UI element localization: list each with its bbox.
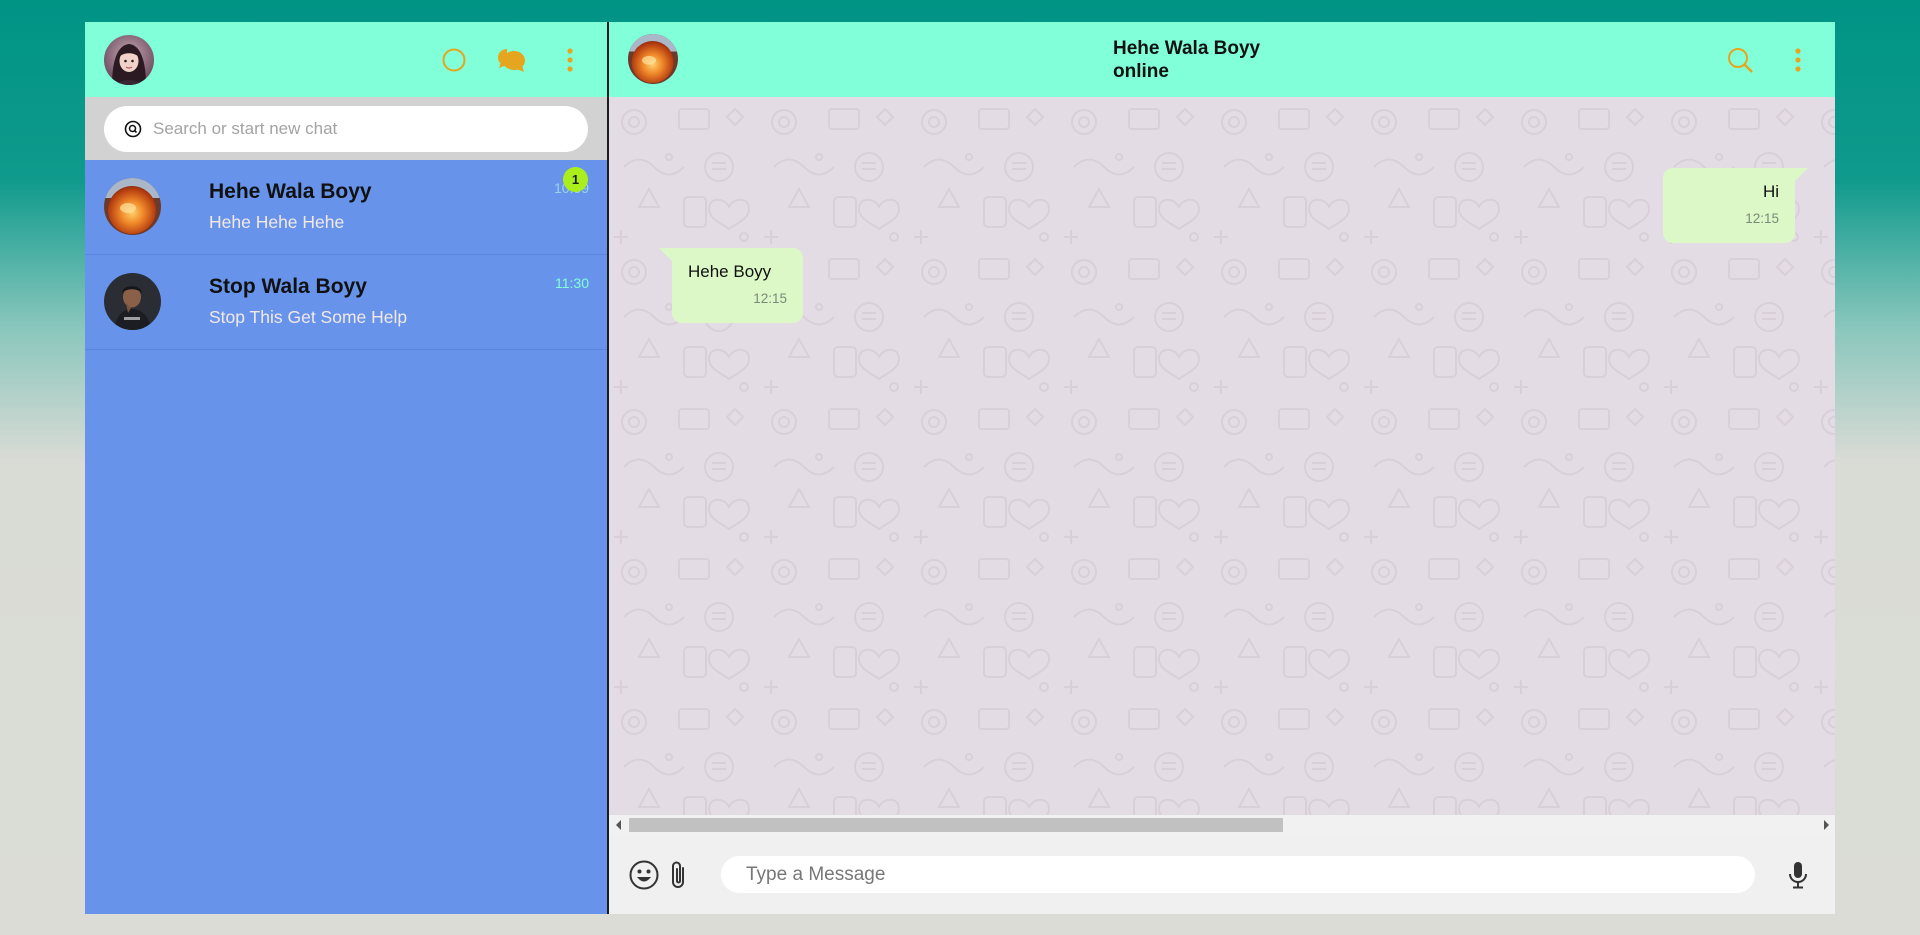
unread-badge: 1 (563, 167, 588, 192)
chat-list: Hehe Wala Boyy Hehe Hehe Hehe 10:59 Stop… (85, 160, 607, 350)
chat-time: 11:30 (555, 275, 589, 291)
scrollbar-thumb[interactable] (629, 818, 1283, 832)
chat-last-message: Stop This Get Some Help (209, 307, 408, 327)
conversation-header-icons (1697, 22, 1813, 97)
search-bar (85, 97, 607, 160)
sidebar-header (85, 22, 607, 97)
new-chat-icon[interactable] (497, 45, 527, 75)
chat-avatar (104, 273, 161, 330)
attach-icon[interactable] (663, 859, 695, 891)
chat-name: Stop Wala Boyy (209, 275, 367, 298)
profile-avatar[interactable] (104, 34, 154, 85)
chat-list-item[interactable]: Stop Wala Boyy Stop This Get Some Help 1… (85, 255, 607, 350)
conversation-header: Hehe Wala Boyy online (609, 22, 1835, 97)
horizontal-scrollbar[interactable] (609, 815, 1835, 834)
message-text: Hi (1762, 182, 1779, 201)
scroll-right-arrow-icon[interactable] (1824, 820, 1829, 830)
message-input[interactable] (721, 856, 1755, 893)
message-area[interactable]: Hi 12:15 Hehe Boyy 12:15 (609, 97, 1835, 815)
chat-avatar (104, 178, 161, 235)
message-bubble-outgoing[interactable]: Hi 12:15 (1663, 168, 1808, 243)
message-bubble-incoming[interactable]: Hehe Boyy 12:15 (659, 248, 803, 323)
microphone-icon[interactable] (1782, 859, 1814, 891)
menu-icon[interactable] (1783, 45, 1813, 75)
message-text: Hehe Boyy (688, 262, 772, 281)
message-time: 12:15 (753, 291, 787, 306)
contact-avatar[interactable] (628, 34, 678, 84)
chat-last-message: Hehe Hehe Hehe (209, 212, 345, 232)
status-icon[interactable] (439, 45, 469, 75)
chat-name: Hehe Wala Boyy (209, 180, 372, 203)
search-box (104, 105, 588, 152)
message-time: 12:15 (1745, 211, 1779, 226)
message-composer (609, 834, 1835, 914)
menu-icon[interactable] (555, 45, 585, 75)
sidebar-header-icons (411, 22, 585, 97)
conversation-panel: Hehe Wala Boyy online Hi 12:15 Hehe Boyy… (609, 22, 1835, 914)
search-icon[interactable] (1725, 45, 1755, 75)
scroll-left-arrow-icon[interactable] (616, 820, 621, 830)
doodle-background (609, 97, 1835, 815)
chat-list-item[interactable]: Hehe Wala Boyy Hehe Hehe Hehe 10:59 (85, 160, 607, 255)
contact-name: Hehe Wala Boyy (1113, 38, 1261, 59)
search-input[interactable] (151, 117, 555, 140)
sidebar: Hehe Wala Boyy Hehe Hehe Hehe 10:59 Stop… (85, 22, 609, 914)
chat-app: Hehe Wala Boyy Hehe Hehe Hehe 10:59 Stop… (85, 22, 1835, 914)
emoji-icon[interactable] (628, 859, 660, 891)
search-icon (124, 120, 142, 137)
contact-status: online (1113, 61, 1169, 82)
